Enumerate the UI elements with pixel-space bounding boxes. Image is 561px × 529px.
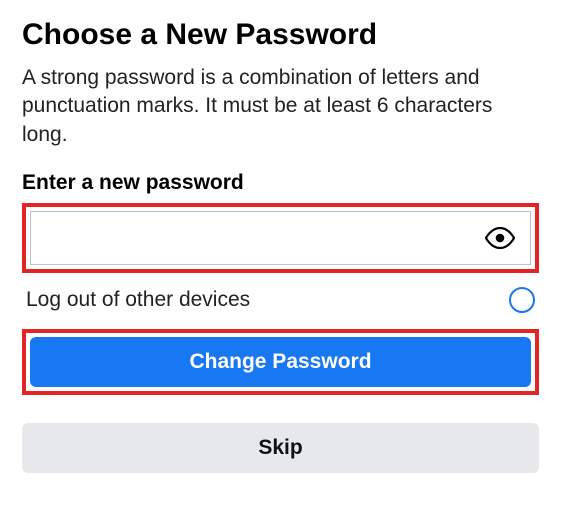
change-password-button[interactable]: Change Password [30,337,531,387]
password-input-row [30,211,531,265]
logout-radio-icon[interactable] [509,287,535,313]
password-field-label: Enter a new password [22,171,539,195]
password-description: A strong password is a combination of le… [22,64,539,149]
change-password-highlight: Change Password [22,329,539,395]
logout-other-devices-row[interactable]: Log out of other devices [22,287,539,313]
page-title: Choose a New Password [22,18,539,52]
password-input[interactable] [39,212,480,264]
skip-button[interactable]: Skip [22,423,539,473]
eye-icon [484,227,516,249]
logout-other-devices-label: Log out of other devices [26,288,250,312]
toggle-password-visibility[interactable] [480,223,520,253]
password-input-highlight [22,203,539,273]
